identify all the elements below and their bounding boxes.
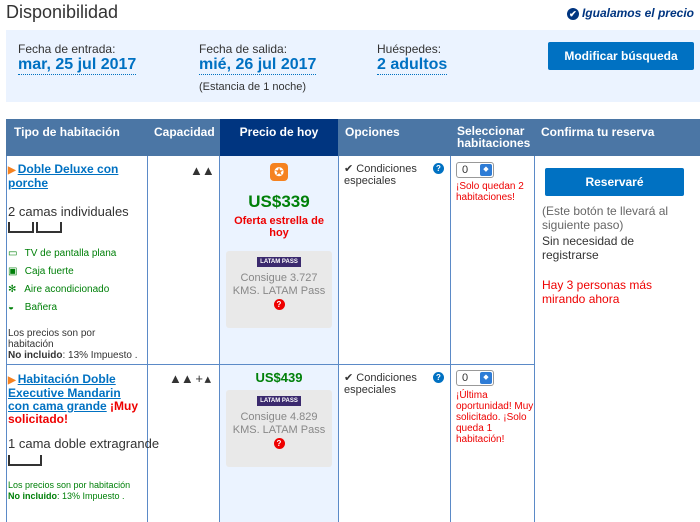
room-2-latam-text: Consigue 4.829 KMS. LATAM Pass ? — [232, 411, 326, 449]
stay-length: (Estancia de 1 noche) — [199, 81, 307, 93]
chevron-down-icon: ◆ — [480, 372, 492, 384]
price-match-badge[interactable]: ✔ Igualamos el precio — [566, 6, 694, 20]
room-1-latam-box: LATAM PASS Consigue 3.727 KMS. LATAM Pas… — [226, 251, 332, 328]
room-1-price: US$339 — [248, 192, 310, 211]
col-select: Seleccionar habitaciones — [457, 124, 531, 150]
col-price: Precio de hoy — [220, 119, 338, 156]
deal-label: Oferta estrella de hoy — [234, 215, 324, 239]
room-2-link[interactable]: Habitación Doble Executive Mandarin con … — [8, 372, 121, 413]
reserve-note: (Este botón te llevará al siguiente paso… — [542, 204, 669, 232]
latam-logo: LATAM PASS — [257, 257, 301, 267]
room-2-quantity-select[interactable]: 0 ◆ — [456, 370, 494, 386]
page-title: Disponibilidad — [6, 2, 119, 22]
chevron-down-icon: ◆ — [480, 164, 492, 176]
col-options: Opciones — [345, 125, 400, 139]
bathtub-icon: ◒ — [8, 302, 15, 313]
capacity-2-adults-1-child-icon: ▲▲ + ▴ — [169, 371, 211, 386]
room-1-price-note: Los precios son por habitación No incluid… — [8, 328, 138, 361]
capacity-2-adults-icon: ▲▲ — [190, 163, 215, 178]
room-2-price: US$439 — [255, 370, 303, 385]
amenity-bath: ◒ Bañera — [8, 302, 58, 313]
guests-value[interactable]: 2 adultos — [377, 56, 448, 75]
safe-icon: ▣ — [8, 266, 18, 277]
room-1-name[interactable]: ▶ Doble Deluxe con porche — [8, 163, 140, 190]
amenity-tv: ▭ TV de pantalla plana — [8, 248, 117, 259]
triangle-icon: ▶ — [8, 165, 16, 176]
twin-bed-icon — [8, 220, 62, 238]
room-2-condition: ✔ Condiciones especiales — [344, 372, 417, 396]
snowflake-icon: ✻ — [8, 284, 17, 295]
checkout-date[interactable]: mié, 26 jul 2017 — [199, 56, 317, 75]
room-2-beds: 1 cama doble extragrande — [8, 436, 160, 451]
condition-help-icon[interactable]: ? — [433, 163, 444, 174]
tv-icon: ▭ — [8, 248, 18, 259]
condition-help-icon[interactable]: ? — [433, 372, 444, 383]
col-confirm: Confirma tu reserva — [541, 125, 655, 139]
modify-search-button[interactable]: Modificar búsqueda — [548, 42, 694, 70]
room-1-quantity-select[interactable]: 0 ◆ — [456, 162, 494, 178]
room-1-condition: ✔ Condiciones especiales — [344, 163, 417, 187]
checkout-label: Fecha de salida: — [199, 42, 288, 56]
amenity-ac: ✻ Aire acondicionado — [8, 284, 110, 295]
checkin-date[interactable]: mar, 25 jul 2017 — [18, 56, 137, 75]
col-capacity: Capacidad — [154, 125, 215, 139]
col-room-type: Tipo de habitación — [14, 125, 120, 139]
room-2-latam-box: LATAM PASS Consigue 4.829 KMS. LATAM Pas… — [226, 390, 332, 467]
price-match-label: Igualamos el precio — [581, 6, 694, 20]
help-icon[interactable]: ? — [273, 438, 285, 449]
room-2-price-note: Los precios son por habitación No incluid… — [8, 480, 131, 501]
amenity-safe: ▣ Caja fuerte — [8, 266, 74, 277]
latam-logo: LATAM PASS — [257, 396, 301, 406]
no-registration-text: Sin necesidad de registrarse — [542, 234, 635, 262]
room-1-beds: 2 camas individuales — [8, 204, 129, 219]
reserve-button[interactable]: Reservaré — [545, 168, 684, 196]
guests-label: Huéspedes: — [377, 42, 442, 56]
help-icon[interactable]: ? — [273, 299, 285, 310]
checkmark-shield-icon: ✔ — [566, 8, 579, 20]
room-1-availability: ¡Solo quedan 2 habitaciones! — [456, 181, 524, 203]
room-2-name[interactable]: ▶ Habitación Doble Executive Mandarin con… — [8, 373, 144, 426]
double-bed-icon — [8, 453, 42, 471]
triangle-icon: ▶ — [8, 375, 16, 386]
room-2-availability: ¡Última oportunidad! Muy solicitado. ¡So… — [456, 390, 534, 445]
deal-badge-icon: ✪ — [270, 163, 288, 181]
checkin-label: Fecha de entrada: — [18, 42, 116, 56]
room-1-link[interactable]: Doble Deluxe con porche — [8, 162, 118, 190]
room-1-latam-text: Consigue 3.727 KMS. LATAM Pass ? — [232, 272, 326, 310]
viewers-alert: Hay 3 personas más mirando ahora — [542, 278, 653, 306]
